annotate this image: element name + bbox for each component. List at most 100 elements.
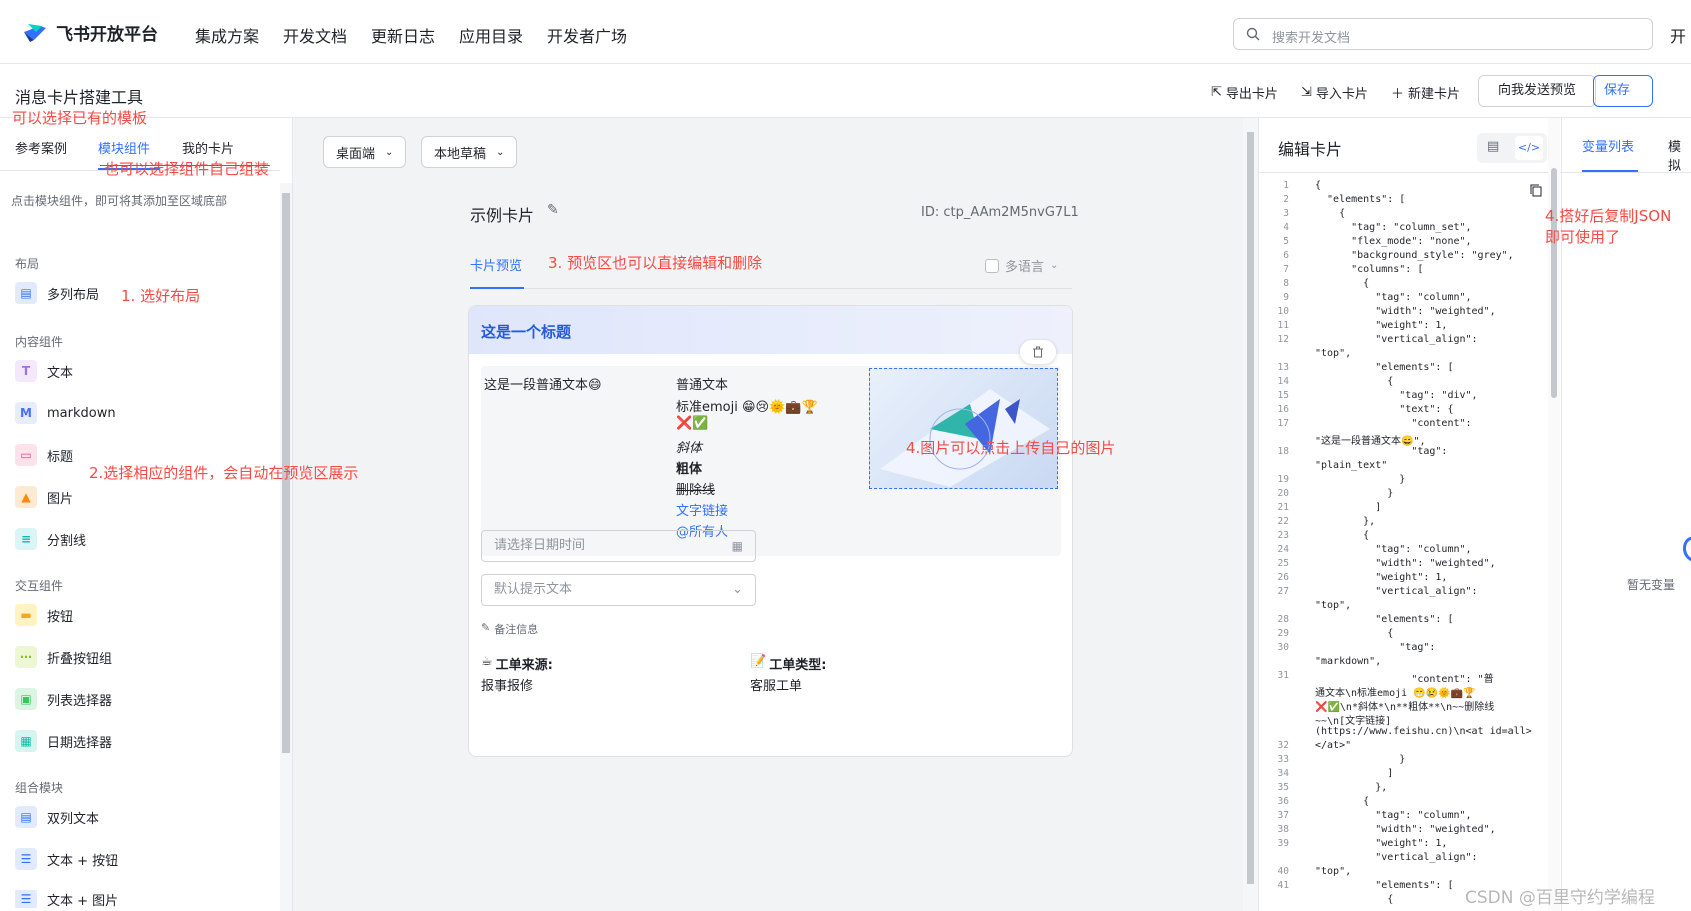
component-date-picker[interactable]: ▦ 日期选择器 bbox=[15, 730, 112, 752]
code-line[interactable]: "content": bbox=[1315, 418, 1471, 429]
code-line[interactable]: { bbox=[1315, 628, 1393, 639]
card-image[interactable] bbox=[869, 368, 1058, 489]
note-element[interactable]: ✎ 备注信息 bbox=[481, 621, 538, 637]
plain-text[interactable]: 这是一段普通文本😄 bbox=[484, 374, 602, 393]
card-header[interactable]: 这是一个标题 bbox=[469, 306, 1072, 354]
nav-item-truncated[interactable]: 开 bbox=[1670, 23, 1686, 47]
markdown-italic[interactable]: 斜体 bbox=[676, 437, 702, 456]
code-line[interactable]: { bbox=[1315, 208, 1345, 219]
code-line[interactable]: </at>" bbox=[1315, 740, 1351, 751]
copy-icon[interactable] bbox=[1530, 182, 1542, 201]
code-line[interactable]: { bbox=[1315, 180, 1321, 191]
component-button[interactable]: ▬ 按钮 bbox=[15, 604, 73, 626]
code-line[interactable]: "tag": bbox=[1315, 446, 1447, 457]
code-line[interactable]: "markdown", bbox=[1315, 656, 1381, 667]
markdown-bold[interactable]: 粗体 bbox=[676, 458, 702, 477]
code-line[interactable]: "tag": "column", bbox=[1315, 544, 1471, 555]
field-type-label[interactable]: 📝 工单类型: bbox=[750, 654, 826, 673]
field-type-value[interactable]: 客服工单 bbox=[750, 675, 802, 694]
code-line[interactable]: "tag": bbox=[1315, 642, 1435, 653]
card-preview[interactable]: 这是一个标题 这是一段普通文本😄 普通文本 标准emoji 😁😢🌞💼🏆 ❌✅ 斜… bbox=[468, 305, 1073, 757]
form-view-icon[interactable]: ▤ bbox=[1487, 139, 1499, 154]
code-view-icon[interactable]: </> bbox=[1515, 136, 1543, 160]
markdown-emoji[interactable]: 标准emoji 😁😢🌞💼🏆 bbox=[676, 396, 818, 415]
code-line[interactable]: 通文本\n标准emoji 😁😢🌞💼🏆 bbox=[1315, 684, 1475, 699]
code-line[interactable]: "vertical_align": bbox=[1315, 586, 1477, 597]
code-line[interactable]: "elements": [ bbox=[1315, 194, 1405, 205]
component-two-column-text[interactable]: ▤ 双列文本 bbox=[15, 806, 99, 828]
code-line[interactable]: "tag": "div", bbox=[1315, 390, 1477, 401]
code-line[interactable]: "top", bbox=[1315, 348, 1351, 359]
save-button[interactable]: 保存 bbox=[1593, 75, 1653, 107]
send-preview-button[interactable]: 向我发送预览 bbox=[1478, 75, 1596, 107]
multi-language-toggle[interactable]: 多语言 ⌄ bbox=[985, 256, 1058, 275]
date-picker-field[interactable]: 请选择日期时间 ▦ bbox=[481, 530, 756, 562]
code-line[interactable]: { bbox=[1315, 796, 1369, 807]
field-source-value[interactable]: 报事报修 bbox=[481, 675, 533, 694]
search-input[interactable]: 搜索开发文档 bbox=[1233, 18, 1653, 50]
markdown-marks[interactable]: ❌✅ bbox=[676, 416, 708, 431]
code-line[interactable]: "width": "weighted", bbox=[1315, 558, 1495, 569]
component-overflow-button[interactable]: ⋯ 折叠按钮组 bbox=[15, 646, 112, 668]
markdown-strike[interactable]: 删除线 bbox=[676, 479, 715, 498]
edit-icon[interactable]: ✎ bbox=[547, 202, 559, 218]
component-select[interactable]: ▣ 列表选择器 bbox=[15, 688, 112, 710]
code-line[interactable]: "tag": "column_set", bbox=[1315, 222, 1471, 233]
code-line[interactable]: "flex_mode": "none", bbox=[1315, 236, 1471, 247]
code-line[interactable]: "columns": [ bbox=[1315, 264, 1423, 275]
panel-scrollbar[interactable] bbox=[280, 183, 292, 911]
scrollbar-thumb[interactable] bbox=[1247, 132, 1254, 884]
code-line[interactable]: "tag": "column", bbox=[1315, 810, 1471, 821]
code-line[interactable]: "plain_text" bbox=[1315, 460, 1387, 471]
code-line[interactable]: "weight": 1, bbox=[1315, 320, 1447, 331]
code-line[interactable]: ~~\n[文字链接] bbox=[1315, 712, 1391, 727]
code-line[interactable]: }, bbox=[1315, 782, 1387, 793]
component-multi-column[interactable]: ▤ 多列布局 bbox=[15, 282, 99, 304]
tab-card-preview[interactable]: 卡片预览 bbox=[470, 255, 522, 274]
code-line[interactable]: "content": "普 bbox=[1315, 670, 1493, 685]
select-field[interactable]: 默认提示文本 ⌄ bbox=[481, 574, 756, 606]
tab-module-components[interactable]: 模块组件 bbox=[98, 138, 150, 157]
multilang-checkbox[interactable] bbox=[985, 258, 999, 273]
code-line[interactable]: ❌✅\n*斜体*\n**粗体**\n~~删除线 bbox=[1315, 698, 1494, 713]
component-heading[interactable]: ▭ 标题 bbox=[15, 444, 73, 466]
brand-logo[interactable]: 飞书开放平台 bbox=[22, 20, 158, 45]
device-dropdown[interactable]: 桌面端 ⌄ bbox=[323, 136, 407, 168]
nav-item-changelog[interactable]: 更新日志 bbox=[371, 23, 435, 47]
component-divider[interactable]: ≡ 分割线 bbox=[15, 528, 86, 550]
card-header-title[interactable]: 这是一个标题 bbox=[481, 321, 571, 342]
canvas-scrollbar[interactable] bbox=[1243, 118, 1258, 911]
code-line[interactable]: ] bbox=[1315, 502, 1381, 513]
code-line[interactable]: "tag": "column", bbox=[1315, 292, 1471, 303]
tab-reference-cases[interactable]: 参考案例 bbox=[15, 138, 67, 157]
code-line[interactable]: "weight": 1, bbox=[1315, 572, 1447, 583]
code-line[interactable]: "elements": [ bbox=[1315, 880, 1453, 891]
tab-mock[interactable]: 模拟 bbox=[1668, 136, 1691, 174]
component-text-button[interactable]: ☰ 文本 + 按钮 bbox=[15, 848, 118, 870]
new-card-button[interactable]: ＋新建卡片 bbox=[1391, 83, 1460, 102]
code-line[interactable]: { bbox=[1315, 278, 1369, 289]
nav-item-docs[interactable]: 开发文档 bbox=[283, 23, 347, 47]
view-switch[interactable]: ▤ </> bbox=[1477, 133, 1547, 163]
code-line[interactable]: "elements": [ bbox=[1315, 362, 1453, 373]
code-line[interactable]: "vertical_align": bbox=[1315, 852, 1477, 863]
code-line[interactable]: } bbox=[1315, 488, 1393, 499]
code-line[interactable]: "background_style": "grey", bbox=[1315, 250, 1514, 261]
code-line[interactable]: "这是一段普通文本😄", bbox=[1315, 432, 1426, 447]
nav-item-app-directory[interactable]: 应用目录 bbox=[459, 23, 523, 47]
scrollbar-thumb[interactable] bbox=[1551, 168, 1557, 398]
code-line[interactable]: { bbox=[1315, 894, 1393, 905]
code-line[interactable]: (https://www.feishu.cn)\n<at id=all> bbox=[1315, 726, 1532, 737]
component-markdown[interactable]: M markdown bbox=[15, 402, 116, 424]
draft-dropdown[interactable]: 本地草稿 ⌄ bbox=[421, 136, 518, 168]
markdown-link[interactable]: 文字链接 bbox=[676, 500, 728, 519]
component-text[interactable]: T 文本 bbox=[15, 360, 73, 382]
import-card-button[interactable]: ⇲ 导入卡片 bbox=[1301, 83, 1368, 102]
json-code-area[interactable]: 1 {2 "elements": [3 {4 "tag": "column_set… bbox=[1259, 174, 1549, 911]
code-line[interactable]: "vertical_align": bbox=[1315, 334, 1477, 345]
nav-item-developer-square[interactable]: 开发者广场 bbox=[547, 23, 627, 47]
code-line[interactable]: } bbox=[1315, 474, 1405, 485]
field-source-label[interactable]: ☕ 工单来源: bbox=[481, 654, 553, 673]
code-line[interactable]: { bbox=[1315, 376, 1393, 387]
code-line[interactable]: ] bbox=[1315, 768, 1393, 779]
